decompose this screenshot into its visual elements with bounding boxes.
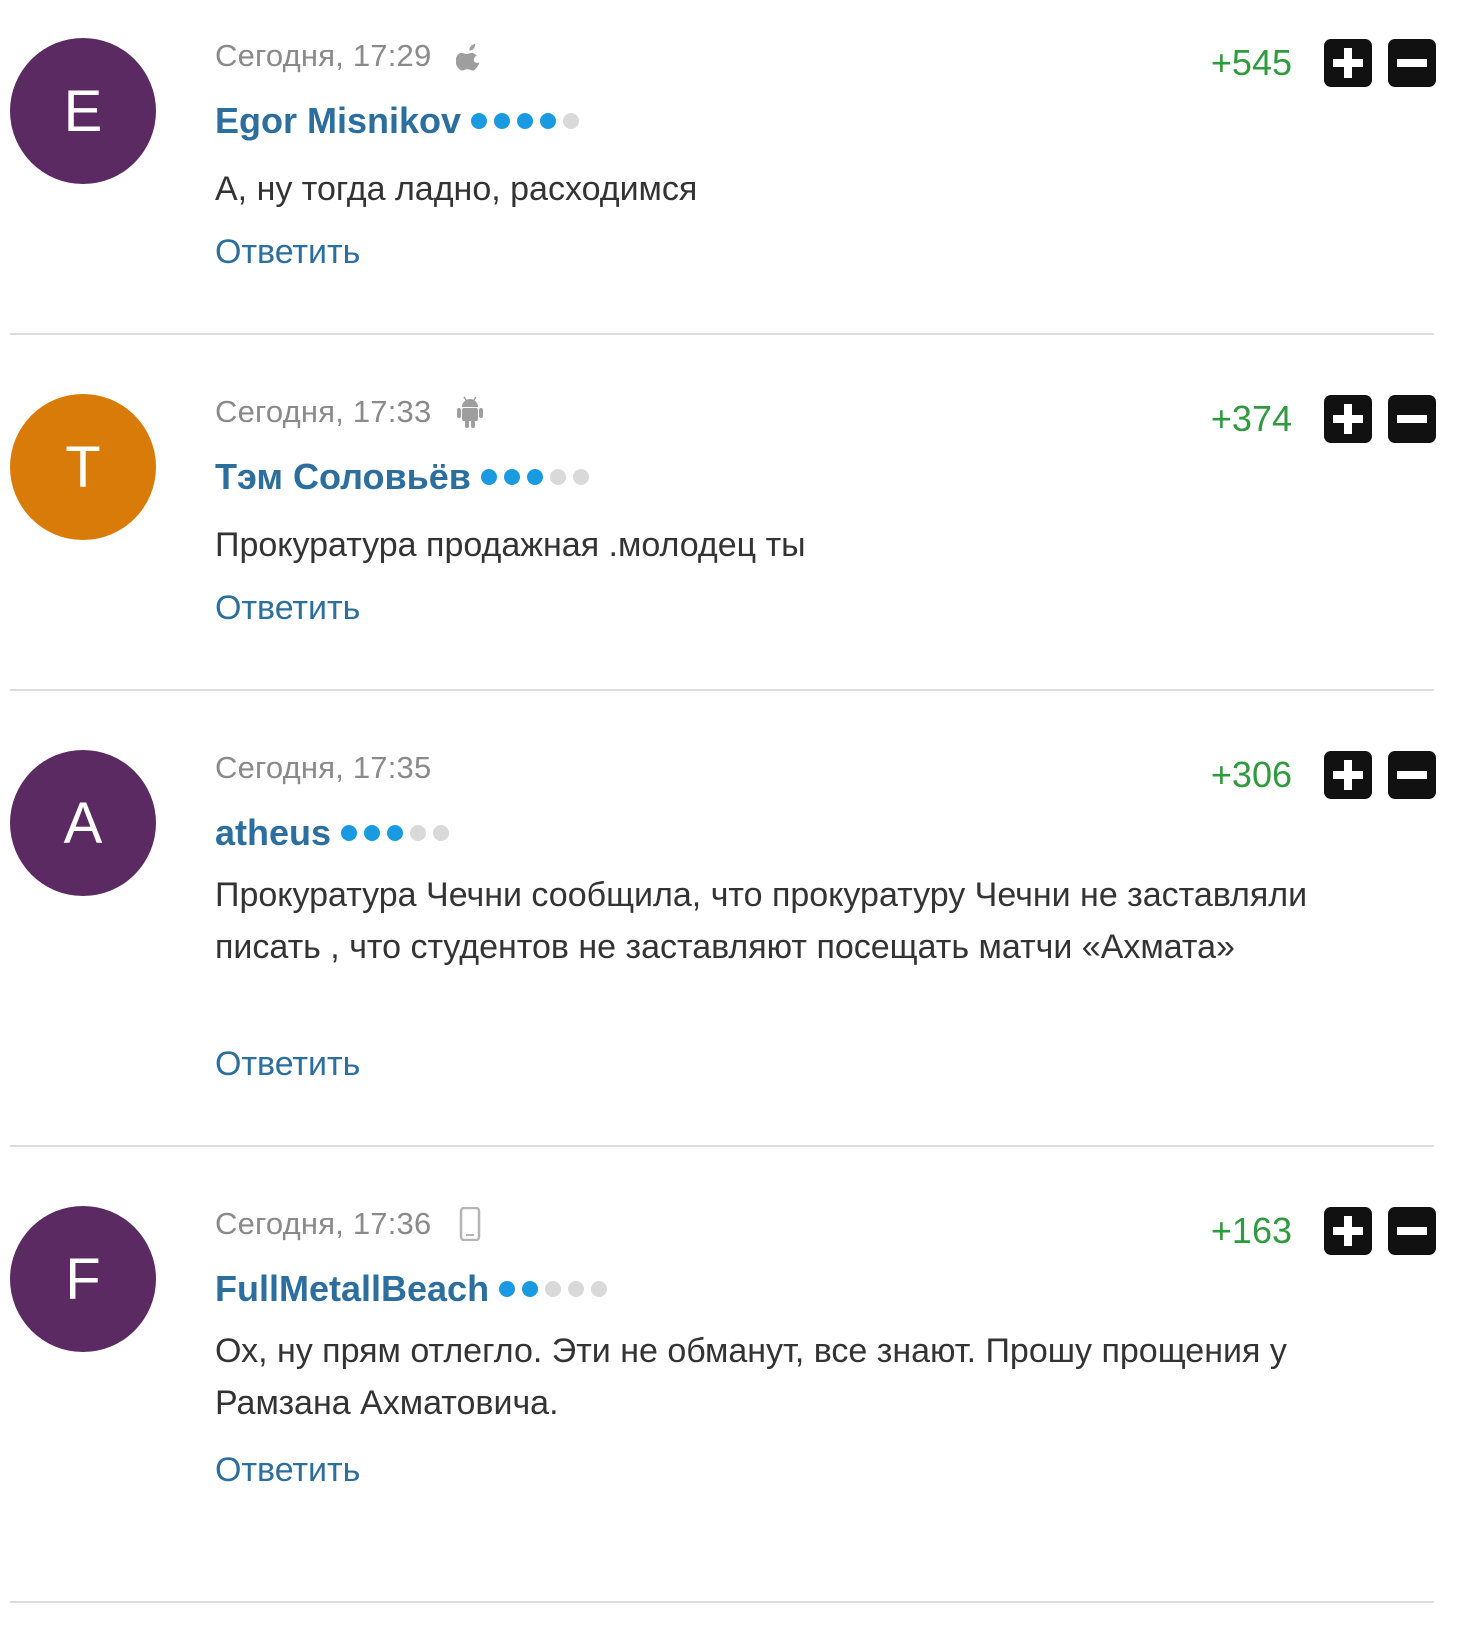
downvote-button[interactable] bbox=[1388, 751, 1436, 799]
minus-icon bbox=[1397, 415, 1427, 423]
rating: +374 bbox=[1211, 393, 1436, 445]
rating: +163 bbox=[1211, 1205, 1436, 1257]
rank-dot bbox=[433, 825, 450, 841]
comment-meta: Сегодня, 17:35 bbox=[215, 748, 431, 788]
downvote-button[interactable] bbox=[1388, 1207, 1436, 1255]
android-icon bbox=[455, 394, 485, 430]
comment-meta: Сегодня, 17:36 bbox=[215, 1204, 485, 1244]
rank-dot bbox=[499, 1281, 516, 1297]
comment-text: Ох, ну прям отлегло. Эти не обманут, все… bbox=[215, 1332, 1287, 1422]
comment-text: Прокуратура Чечни сообщила, что прокурат… bbox=[215, 876, 1308, 966]
rank-dot bbox=[494, 113, 511, 129]
author-name[interactable]: Egor Misnikov bbox=[215, 100, 461, 142]
rating: +545 bbox=[1211, 37, 1436, 89]
rank-dots bbox=[471, 113, 586, 129]
score: +306 bbox=[1210, 754, 1292, 795]
timestamp: Сегодня, 17:36 bbox=[215, 1206, 432, 1241]
rank-dot bbox=[545, 1281, 562, 1297]
rank-dot bbox=[549, 469, 566, 485]
rank-dots bbox=[341, 825, 456, 841]
rank-dot bbox=[563, 113, 580, 129]
comment-text: Прокуратура продажная .молодец ты bbox=[215, 526, 806, 564]
reply-button[interactable]: Ответить bbox=[215, 233, 360, 272]
rank-dot bbox=[517, 113, 534, 129]
author-name[interactable]: FullMetallBeach bbox=[215, 1268, 489, 1310]
author: Egor Misnikov bbox=[215, 98, 586, 144]
divider bbox=[10, 333, 1434, 335]
upvote-button[interactable] bbox=[1324, 395, 1372, 443]
rank-dot bbox=[540, 113, 557, 129]
score: +545 bbox=[1210, 42, 1292, 83]
divider bbox=[10, 1601, 1434, 1603]
author-name[interactable]: atheus bbox=[215, 812, 331, 854]
rank-dot bbox=[387, 825, 404, 841]
rank-dot bbox=[410, 825, 427, 841]
reply-button[interactable]: Ответить bbox=[215, 1045, 360, 1084]
reply-button[interactable]: Ответить bbox=[215, 589, 360, 628]
minus-icon bbox=[1397, 1227, 1427, 1235]
minus-icon bbox=[1397, 771, 1427, 779]
reply-button[interactable]: Ответить bbox=[215, 1451, 360, 1490]
rank-dot bbox=[591, 1281, 608, 1297]
author-name[interactable]: Тэм Соловьёв bbox=[215, 456, 471, 498]
downvote-button[interactable] bbox=[1388, 395, 1436, 443]
rank-dots bbox=[499, 1281, 614, 1297]
timestamp: Сегодня, 17:33 bbox=[215, 394, 432, 429]
upvote-button[interactable] bbox=[1324, 751, 1372, 799]
rank-dot bbox=[364, 825, 381, 841]
upvote-button[interactable] bbox=[1324, 39, 1372, 87]
rank-dot bbox=[471, 113, 488, 129]
avatar[interactable]: E bbox=[10, 38, 156, 184]
apple-icon bbox=[455, 38, 485, 74]
divider bbox=[10, 1145, 1434, 1147]
author: FullMetallBeach bbox=[215, 1266, 614, 1312]
divider bbox=[10, 689, 1434, 691]
minus-icon bbox=[1397, 59, 1427, 67]
rank-dot bbox=[568, 1281, 585, 1297]
timestamp: Сегодня, 17:29 bbox=[215, 38, 432, 73]
rating: +306 bbox=[1211, 749, 1436, 801]
comments-list: E Сегодня, 17:29 +545 Egor Misnikov А, н… bbox=[0, 0, 1460, 1630]
author: Тэм Соловьёв bbox=[215, 454, 596, 500]
comment-text: А, ну тогда ладно, расходимся bbox=[215, 170, 698, 208]
score: +163 bbox=[1210, 1210, 1292, 1251]
avatar[interactable]: Т bbox=[10, 394, 156, 540]
timestamp: Сегодня, 17:35 bbox=[215, 750, 432, 785]
rank-dot bbox=[522, 1281, 539, 1297]
rank-dot bbox=[526, 469, 543, 485]
avatar[interactable]: F bbox=[10, 1206, 156, 1352]
comment-meta: Сегодня, 17:33 bbox=[215, 392, 485, 432]
upvote-button[interactable] bbox=[1324, 1207, 1372, 1255]
author: atheus bbox=[215, 810, 456, 856]
rank-dot bbox=[572, 469, 589, 485]
comment-meta: Сегодня, 17:29 bbox=[215, 36, 485, 76]
rank-dots bbox=[480, 469, 596, 485]
score: +374 bbox=[1210, 398, 1292, 439]
rank-dot bbox=[503, 469, 520, 485]
rank-dot bbox=[480, 469, 497, 485]
avatar[interactable]: A bbox=[10, 750, 156, 896]
downvote-button[interactable] bbox=[1388, 39, 1436, 87]
mobile-phone-icon bbox=[455, 1206, 485, 1242]
rank-dot bbox=[341, 825, 358, 841]
